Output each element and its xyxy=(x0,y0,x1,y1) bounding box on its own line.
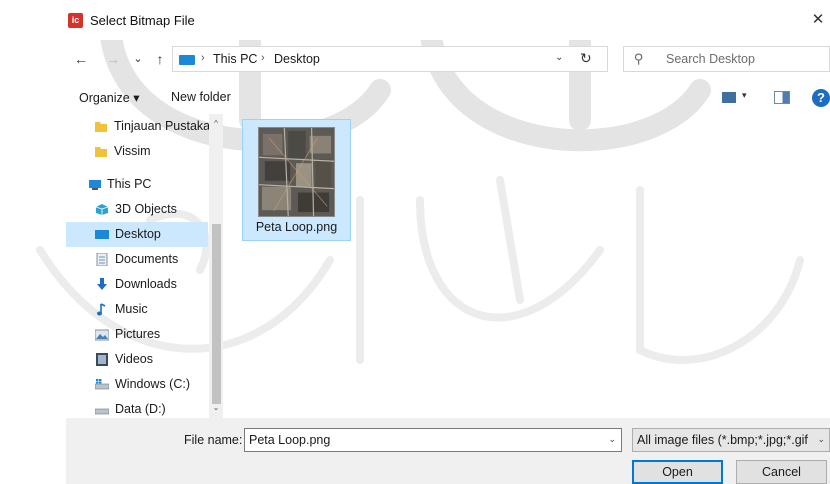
folder-icon xyxy=(95,122,107,132)
sidebar-item-desktop[interactable]: Desktop xyxy=(66,222,208,247)
title-bar: ic Select Bitmap File ✕ xyxy=(0,0,830,40)
address-dropdown-icon[interactable]: ⌄ xyxy=(555,52,563,63)
sidebar-item-label: Vissim xyxy=(114,144,151,158)
sidebar-item-label: Data (D:) xyxy=(115,402,166,416)
navigation-pane: Tinjauan Pustaka Vissim This PC 3D Objec… xyxy=(66,114,223,418)
navigation-bar: ← → ⌄ ↑ › This PC › Desktop ⌄ ↻ ⚲ Search… xyxy=(0,42,830,76)
sidebar-item-label: Windows (C:) xyxy=(115,377,191,391)
search-icon: ⚲ xyxy=(634,51,644,66)
cancel-button[interactable]: Cancel xyxy=(736,460,827,484)
sidebar-item-label: Tinjauan Pustaka xyxy=(114,119,211,133)
breadcrumb-separator: › xyxy=(201,52,205,64)
folder-icon xyxy=(95,147,107,157)
preview-pane-icon[interactable] xyxy=(774,91,790,104)
refresh-icon[interactable]: ↻ xyxy=(580,50,592,67)
sidebar-item-label: This PC xyxy=(107,177,152,191)
back-icon[interactable]: ← xyxy=(72,50,90,68)
sidebar-item-label: Desktop xyxy=(115,227,161,241)
file-name-field-label: File name: xyxy=(184,433,243,447)
desktop-icon xyxy=(95,230,109,239)
file-type-value: All image files (*.bmp;*.jpg;*.gif xyxy=(637,433,808,447)
scroll-down-icon[interactable]: ⌄ xyxy=(210,402,222,414)
breadcrumb-separator: › xyxy=(261,52,265,64)
sidebar-item-pictures[interactable]: Pictures xyxy=(66,322,208,347)
sidebar-item-downloads[interactable]: Downloads xyxy=(66,272,208,297)
sidebar-item-documents[interactable]: Documents xyxy=(66,247,208,272)
view-dropdown-icon[interactable]: ▾ xyxy=(742,90,747,101)
chevron-down-icon[interactable]: ⌄ xyxy=(608,434,616,445)
open-button[interactable]: Open xyxy=(632,460,723,484)
breadcrumb-this-pc[interactable]: This PC xyxy=(213,52,257,66)
search-placeholder: Search Desktop xyxy=(666,52,755,66)
command-toolbar: Organize ▾ New folder ▾ ? xyxy=(0,84,830,112)
sidebar-item-3d-objects[interactable]: 3D Objects xyxy=(66,197,208,222)
sidebar-item-windows-c[interactable]: Windows (C:) xyxy=(66,372,208,397)
scrollbar-thumb[interactable] xyxy=(212,224,221,404)
app-icon: ic xyxy=(68,13,83,28)
sidebar-item-tinjauan-pustaka[interactable]: Tinjauan Pustaka xyxy=(66,114,211,139)
window-title: Select Bitmap File xyxy=(90,13,195,28)
sidebar-item-label: Downloads xyxy=(115,277,177,291)
drive-icon xyxy=(95,379,109,390)
pc-icon xyxy=(179,55,195,65)
pictures-icon xyxy=(95,329,109,341)
view-options-icon[interactable] xyxy=(722,92,736,103)
breadcrumb-desktop[interactable]: Desktop xyxy=(274,52,320,66)
download-icon xyxy=(97,278,107,290)
search-input[interactable]: ⚲ Search Desktop xyxy=(623,46,830,72)
organize-button[interactable]: Organize ▾ xyxy=(79,90,139,105)
file-item-peta-loop[interactable]: Peta Loop.png xyxy=(242,119,351,241)
sidebar-item-label: Music xyxy=(115,302,148,316)
file-name-input[interactable]: Peta Loop.png ⌄ xyxy=(244,428,622,452)
sidebar-item-label: 3D Objects xyxy=(115,202,177,216)
document-icon xyxy=(96,253,108,266)
sidebar-item-label: Videos xyxy=(115,352,153,366)
sidebar-item-this-pc[interactable]: This PC xyxy=(66,172,208,197)
file-name-value: Peta Loop.png xyxy=(249,433,331,447)
file-name-label: Peta Loop.png xyxy=(255,220,338,234)
up-icon[interactable]: ↑ xyxy=(151,50,169,68)
image-thumbnail xyxy=(258,127,335,217)
sidebar-item-label: Documents xyxy=(115,252,179,266)
navigation-scrollbar[interactable]: ^ ⌄ xyxy=(209,114,223,418)
music-icon xyxy=(97,303,106,316)
sidebar-item-label: Pictures xyxy=(115,327,161,341)
help-icon[interactable]: ? xyxy=(812,89,830,107)
recent-locations-icon[interactable]: ⌄ xyxy=(129,50,147,68)
scroll-up-icon[interactable]: ^ xyxy=(210,118,222,130)
new-folder-button[interactable]: New folder xyxy=(171,90,231,104)
chevron-down-icon: ⌄ xyxy=(817,434,825,444)
sidebar-item-videos[interactable]: Videos xyxy=(66,347,208,372)
file-type-select[interactable]: All image files (*.bmp;*.jpg;*.gif ⌄ xyxy=(632,428,830,452)
address-bar[interactable]: › This PC › Desktop ⌄ xyxy=(172,46,608,72)
forward-icon[interactable]: → xyxy=(104,50,122,68)
sidebar-item-music[interactable]: Music xyxy=(66,297,208,322)
pc-icon xyxy=(89,180,101,190)
close-button[interactable]: ✕ xyxy=(806,9,830,31)
cube-icon xyxy=(95,204,109,215)
drive-icon xyxy=(95,408,109,415)
dialog-footer: File name: Peta Loop.png ⌄ All image fil… xyxy=(66,418,830,484)
video-icon xyxy=(96,353,108,366)
sidebar-item-vissim[interactable]: Vissim xyxy=(66,139,208,164)
